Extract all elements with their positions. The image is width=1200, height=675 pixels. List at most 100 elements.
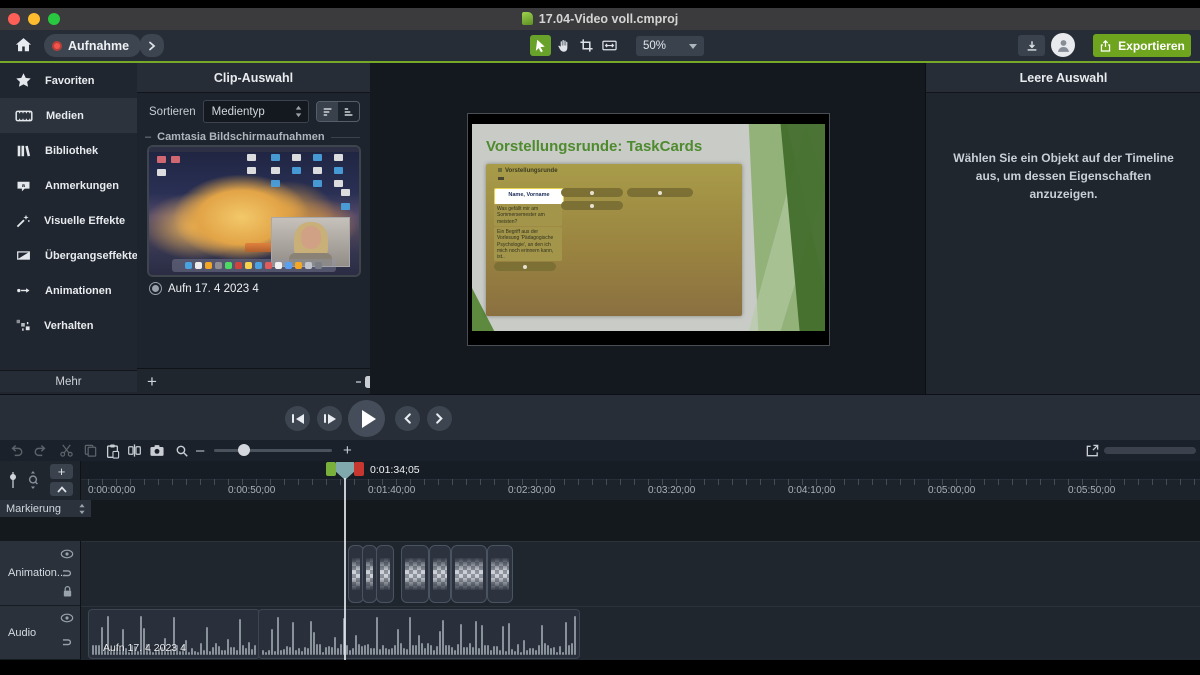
- dock: [172, 259, 336, 272]
- animation-clip[interactable]: [451, 545, 487, 603]
- animation-clip[interactable]: [362, 545, 377, 603]
- account-avatar[interactable]: [1051, 33, 1075, 57]
- timeline-zoom-slider[interactable]: [214, 449, 332, 452]
- step-back-button[interactable]: [285, 406, 310, 431]
- sort-descending-button[interactable]: [338, 102, 359, 121]
- audio-track-lane[interactable]: Aufn 17. 4 2023 4: [80, 606, 1200, 661]
- dock-icon: [195, 262, 202, 269]
- previous-marker-button[interactable]: [395, 406, 420, 431]
- timeline-scrollbar[interactable]: [1104, 447, 1196, 454]
- next-marker-button[interactable]: [427, 406, 452, 431]
- track-magnet-button[interactable]: ⊃: [60, 636, 74, 648]
- record-tab[interactable]: Aufnahme: [44, 34, 141, 57]
- undo-button[interactable]: [6, 441, 26, 460]
- add-media-button[interactable]: +: [147, 373, 157, 390]
- sidebar-item-medien[interactable]: Medien: [0, 98, 137, 133]
- sidebar-item-verhalten[interactable]: Verhalten: [0, 308, 137, 343]
- eye-icon: [60, 613, 74, 623]
- sidebar-item-anmerkungen[interactable]: aAnmerkungen: [0, 168, 137, 203]
- split-icon: [127, 443, 142, 458]
- detach-icon: [1085, 443, 1100, 458]
- media-clip-item[interactable]: Aufn 17. 4 2023 4: [147, 145, 361, 295]
- desktop-icon: [271, 180, 280, 187]
- home-button[interactable]: [14, 34, 33, 57]
- add-track-button[interactable]: +: [50, 464, 73, 479]
- selection-in-handle[interactable]: [326, 462, 336, 476]
- zoom-in-button[interactable]: +: [343, 440, 352, 461]
- animation-clip[interactable]: [401, 545, 429, 603]
- detach-timeline-button[interactable]: [1082, 441, 1102, 460]
- timeline-ruler[interactable]: 0:00:00;000:00:50;000:01:40;000:02:30;00…: [0, 461, 1200, 500]
- track-lock-button[interactable]: [60, 585, 74, 597]
- zoom-out-button[interactable]: –: [196, 440, 204, 461]
- animation-track-lane[interactable]: [80, 541, 1200, 607]
- select-tool-button[interactable]: [530, 35, 551, 56]
- sort-by-select[interactable]: Medientyp: [203, 100, 309, 123]
- step-forward-icon: [324, 414, 327, 423]
- track-visibility-button[interactable]: [60, 612, 74, 624]
- cut-button[interactable]: [56, 441, 76, 460]
- collapse-tracks-button[interactable]: [50, 482, 73, 496]
- timeline-zoom-knob[interactable]: [238, 444, 250, 456]
- transparency-checker: [380, 558, 390, 590]
- sidebar-item-favoriten[interactable]: Favoriten: [0, 63, 137, 98]
- audio-clip[interactable]: [258, 609, 580, 659]
- dock-icon: [295, 262, 302, 269]
- step-back-icon: [296, 414, 304, 424]
- record-expand-button[interactable]: [140, 34, 164, 57]
- download-button[interactable]: [1018, 35, 1045, 56]
- sidebar-item-bibliothek[interactable]: Bibliothek: [0, 133, 137, 168]
- sort-desc-icon: [343, 106, 355, 118]
- dock-icon: [225, 262, 232, 269]
- track-zoom-icon[interactable]: [26, 470, 40, 490]
- sidebar-more-button[interactable]: Mehr: [0, 370, 137, 392]
- step-forward-button[interactable]: [317, 406, 342, 431]
- pan-tool-button[interactable]: [599, 35, 620, 56]
- dock-icon: [235, 262, 242, 269]
- sidebar-item-animationen[interactable]: Animationen: [0, 273, 137, 308]
- sidebar-item-visuelle-effekte[interactable]: Visuelle Effekte: [0, 203, 137, 238]
- animation-clip[interactable]: [376, 545, 394, 603]
- clip-bin-footer: +: [137, 368, 390, 394]
- board-title: Vorstellungsrunde: [498, 168, 558, 174]
- titlebar: 17.04-Video voll.cmproj: [0, 8, 1200, 30]
- export-icon: [1099, 39, 1112, 53]
- screenshot-button[interactable]: [147, 441, 167, 460]
- copy-button[interactable]: [80, 441, 100, 460]
- dock-icon: [185, 262, 192, 269]
- audio-clip[interactable]: Aufn 17. 4 2023 4: [88, 609, 260, 659]
- clip-bin-title: Clip-Auswahl: [137, 63, 370, 93]
- timeline-zoom-button[interactable]: [172, 441, 192, 460]
- animation-track-header: Animation... ⊃: [0, 541, 81, 606]
- board-bullet: [498, 177, 504, 180]
- crop-tool-button[interactable]: [576, 35, 597, 56]
- desktop-icon: [334, 154, 343, 161]
- selection-out-handle[interactable]: [354, 462, 364, 476]
- paste-button[interactable]: [102, 441, 122, 460]
- sidebar-item-übergangseffekte[interactable]: Übergangseffekte: [0, 238, 137, 273]
- desktop-icon: [292, 154, 301, 161]
- track-name: Animation...: [8, 567, 66, 579]
- sort-ascending-button[interactable]: [317, 102, 338, 121]
- canvas-stage[interactable]: Vorstellungsrunde: TaskCards Vorstellung…: [467, 113, 830, 346]
- animation-clip[interactable]: [487, 545, 513, 603]
- redo-button[interactable]: [30, 441, 50, 460]
- paste-icon: [105, 443, 120, 459]
- waveform: [262, 615, 576, 655]
- chevron-down-icon: [689, 44, 697, 49]
- track-height-toggle-icon[interactable]: [9, 471, 17, 489]
- media-group-header[interactable]: – Camtasia Bildschirmaufnahmen: [137, 128, 370, 143]
- board-button: [561, 201, 623, 210]
- animation-clip[interactable]: [429, 545, 451, 603]
- hand-tool-button[interactable]: [553, 35, 574, 56]
- canvas-zoom-select[interactable]: 50%: [636, 36, 704, 56]
- marker-type-select[interactable]: Markierung: [0, 500, 91, 517]
- dock-icon: [205, 262, 212, 269]
- play-button[interactable]: [348, 400, 385, 437]
- split-button[interactable]: [124, 441, 144, 460]
- export-button[interactable]: Exportieren: [1093, 34, 1191, 57]
- track-magnet-button[interactable]: ⊃: [60, 567, 74, 579]
- hand-tool-icon: [556, 38, 571, 53]
- track-visibility-button[interactable]: [60, 548, 74, 560]
- lock-icon: [62, 585, 73, 598]
